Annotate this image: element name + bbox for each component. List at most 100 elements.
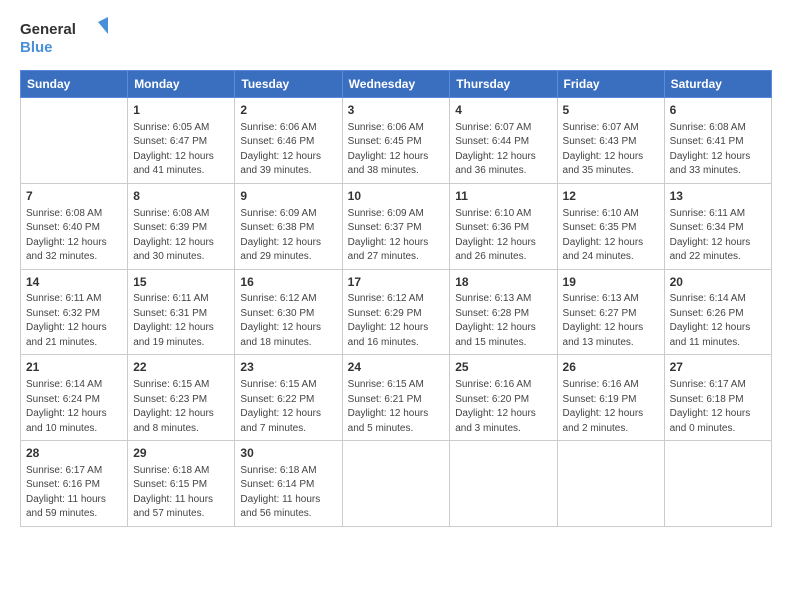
calendar-table: SundayMondayTuesdayWednesdayThursdayFrid… xyxy=(20,70,772,527)
header-day-sunday: Sunday xyxy=(21,71,128,98)
day-number: 11 xyxy=(455,188,551,205)
day-number: 1 xyxy=(133,102,229,119)
day-info: Sunrise: 6:09 AM Sunset: 6:38 PM Dayligh… xyxy=(240,207,336,265)
day-info: Sunrise: 6:05 AM Sunset: 6:47 PM Dayligh… xyxy=(133,121,229,179)
calendar-cell: 16Sunrise: 6:12 AM Sunset: 6:30 PM Dayli… xyxy=(235,269,342,355)
calendar-cell: 13 Sunrise: 6:11 AM Sunset: 6:34 PM Dayli… xyxy=(664,183,771,269)
calendar-cell xyxy=(557,441,664,527)
day-info: Sunrise: 6:11 AM Sunset: 6:32 PM Dayligh… xyxy=(26,292,122,350)
calendar-week-4: 28Sunrise: 6:17 AM Sunset: 6:16 PM Dayli… xyxy=(21,441,772,527)
day-number: 8 xyxy=(133,188,229,205)
day-number: 24 xyxy=(348,359,445,376)
day-number: 26 xyxy=(563,359,659,376)
day-info: Sunrise: 6:08 AM Sunset: 6:40 PM Dayligh… xyxy=(26,207,122,265)
header-day-wednesday: Wednesday xyxy=(342,71,450,98)
header-day-friday: Friday xyxy=(557,71,664,98)
calendar-cell xyxy=(450,441,557,527)
calendar-week-3: 21 Sunrise: 6:14 AM Sunset: 6:24 PM Dayli… xyxy=(21,355,772,441)
day-number: 6 xyxy=(670,102,766,119)
calendar-cell: 26 Sunrise: 6:16 AM Sunset: 6:19 PM Dayli… xyxy=(557,355,664,441)
calendar-cell: 1 Sunrise: 6:05 AM Sunset: 6:47 PM Daylig… xyxy=(128,98,235,184)
calendar-cell: 6 Sunrise: 6:08 AM Sunset: 6:41 PM Daylig… xyxy=(664,98,771,184)
day-info: Sunrise: 6:14 AM Sunset: 6:24 PM Dayligh… xyxy=(26,378,122,436)
calendar-cell: 12 Sunrise: 6:10 AM Sunset: 6:35 PM Dayli… xyxy=(557,183,664,269)
day-number: 27 xyxy=(670,359,766,376)
calendar-cell: 9 Sunrise: 6:09 AM Sunset: 6:38 PM Daylig… xyxy=(235,183,342,269)
calendar-cell: 11 Sunrise: 6:10 AM Sunset: 6:36 PM Dayli… xyxy=(450,183,557,269)
page-header: GeneralBlue xyxy=(20,16,772,60)
calendar-cell: 3 Sunrise: 6:06 AM Sunset: 6:45 PM Daylig… xyxy=(342,98,450,184)
calendar-cell: 30Sunrise: 6:18 AM Sunset: 6:14 PM Dayli… xyxy=(235,441,342,527)
calendar-header: SundayMondayTuesdayWednesdayThursdayFrid… xyxy=(21,71,772,98)
calendar-cell: 21 Sunrise: 6:14 AM Sunset: 6:24 PM Dayli… xyxy=(21,355,128,441)
day-number: 9 xyxy=(240,188,336,205)
day-info: Sunrise: 6:13 AM Sunset: 6:28 PM Dayligh… xyxy=(455,292,551,350)
calendar-cell xyxy=(21,98,128,184)
day-info: Sunrise: 6:16 AM Sunset: 6:20 PM Dayligh… xyxy=(455,378,551,436)
day-info: Sunrise: 6:06 AM Sunset: 6:46 PM Dayligh… xyxy=(240,121,336,179)
day-number: 19 xyxy=(563,274,659,291)
day-number: 23 xyxy=(240,359,336,376)
day-info: Sunrise: 6:08 AM Sunset: 6:41 PM Dayligh… xyxy=(670,121,766,179)
calendar-body: 1 Sunrise: 6:05 AM Sunset: 6:47 PM Daylig… xyxy=(21,98,772,527)
day-number: 4 xyxy=(455,102,551,119)
day-number: 20 xyxy=(670,274,766,291)
header-day-tuesday: Tuesday xyxy=(235,71,342,98)
calendar-cell: 10 Sunrise: 6:09 AM Sunset: 6:37 PM Dayli… xyxy=(342,183,450,269)
day-info: Sunrise: 6:11 AM Sunset: 6:34 PM Dayligh… xyxy=(670,207,766,265)
day-number: 30 xyxy=(240,445,336,462)
day-info: Sunrise: 6:15 AM Sunset: 6:23 PM Dayligh… xyxy=(133,378,229,436)
day-info: Sunrise: 6:17 AM Sunset: 6:18 PM Dayligh… xyxy=(670,378,766,436)
calendar-cell: 28Sunrise: 6:17 AM Sunset: 6:16 PM Dayli… xyxy=(21,441,128,527)
calendar-cell: 4Sunrise: 6:07 AM Sunset: 6:44 PM Daylig… xyxy=(450,98,557,184)
day-info: Sunrise: 6:10 AM Sunset: 6:36 PM Dayligh… xyxy=(455,207,551,265)
calendar-week-0: 1 Sunrise: 6:05 AM Sunset: 6:47 PM Daylig… xyxy=(21,98,772,184)
day-number: 29 xyxy=(133,445,229,462)
day-info: Sunrise: 6:09 AM Sunset: 6:37 PM Dayligh… xyxy=(348,207,445,265)
calendar-cell: 8Sunrise: 6:08 AM Sunset: 6:39 PM Daylig… xyxy=(128,183,235,269)
day-number: 14 xyxy=(26,274,122,291)
calendar-cell: 24Sunrise: 6:15 AM Sunset: 6:21 PM Dayli… xyxy=(342,355,450,441)
day-number: 25 xyxy=(455,359,551,376)
calendar-cell: 19Sunrise: 6:13 AM Sunset: 6:27 PM Dayli… xyxy=(557,269,664,355)
day-number: 28 xyxy=(26,445,122,462)
calendar-cell: 23 Sunrise: 6:15 AM Sunset: 6:22 PM Dayli… xyxy=(235,355,342,441)
svg-text:General: General xyxy=(20,21,76,38)
day-number: 7 xyxy=(26,188,122,205)
calendar-cell xyxy=(664,441,771,527)
header-day-monday: Monday xyxy=(128,71,235,98)
calendar-cell: 25 Sunrise: 6:16 AM Sunset: 6:20 PM Dayli… xyxy=(450,355,557,441)
logo: GeneralBlue xyxy=(20,16,110,60)
calendar-cell: 14Sunrise: 6:11 AM Sunset: 6:32 PM Dayli… xyxy=(21,269,128,355)
day-number: 13 xyxy=(670,188,766,205)
calendar-week-2: 14Sunrise: 6:11 AM Sunset: 6:32 PM Dayli… xyxy=(21,269,772,355)
day-number: 16 xyxy=(240,274,336,291)
day-info: Sunrise: 6:12 AM Sunset: 6:29 PM Dayligh… xyxy=(348,292,445,350)
day-info: Sunrise: 6:07 AM Sunset: 6:43 PM Dayligh… xyxy=(563,121,659,179)
day-number: 12 xyxy=(563,188,659,205)
day-info: Sunrise: 6:15 AM Sunset: 6:22 PM Dayligh… xyxy=(240,378,336,436)
calendar-cell: 20Sunrise: 6:14 AM Sunset: 6:26 PM Dayli… xyxy=(664,269,771,355)
logo-svg: GeneralBlue xyxy=(20,16,110,60)
day-info: Sunrise: 6:06 AM Sunset: 6:45 PM Dayligh… xyxy=(348,121,445,179)
calendar-cell: 27 Sunrise: 6:17 AM Sunset: 6:18 PM Dayli… xyxy=(664,355,771,441)
day-number: 10 xyxy=(348,188,445,205)
calendar-cell: 15Sunrise: 6:11 AM Sunset: 6:31 PM Dayli… xyxy=(128,269,235,355)
day-info: Sunrise: 6:10 AM Sunset: 6:35 PM Dayligh… xyxy=(563,207,659,265)
day-number: 2 xyxy=(240,102,336,119)
day-number: 22 xyxy=(133,359,229,376)
day-info: Sunrise: 6:18 AM Sunset: 6:15 PM Dayligh… xyxy=(133,464,229,522)
day-number: 3 xyxy=(348,102,445,119)
day-info: Sunrise: 6:11 AM Sunset: 6:31 PM Dayligh… xyxy=(133,292,229,350)
header-day-thursday: Thursday xyxy=(450,71,557,98)
day-number: 15 xyxy=(133,274,229,291)
day-number: 5 xyxy=(563,102,659,119)
day-number: 21 xyxy=(26,359,122,376)
day-info: Sunrise: 6:12 AM Sunset: 6:30 PM Dayligh… xyxy=(240,292,336,350)
calendar-cell: 5 Sunrise: 6:07 AM Sunset: 6:43 PM Daylig… xyxy=(557,98,664,184)
day-number: 17 xyxy=(348,274,445,291)
svg-text:Blue: Blue xyxy=(20,39,53,56)
calendar-cell xyxy=(342,441,450,527)
calendar-cell: 7 Sunrise: 6:08 AM Sunset: 6:40 PM Daylig… xyxy=(21,183,128,269)
day-info: Sunrise: 6:16 AM Sunset: 6:19 PM Dayligh… xyxy=(563,378,659,436)
